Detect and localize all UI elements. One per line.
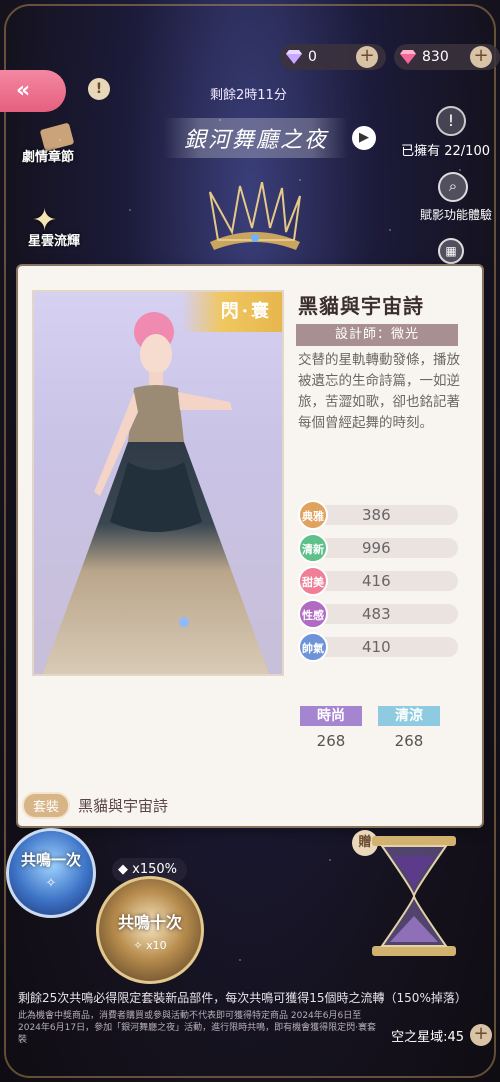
- suit-name: 黑貓與宇宙詩: [78, 797, 169, 815]
- star-domain-counter: 空之星域:45 +: [391, 1024, 492, 1046]
- stat-badge: 帥氣: [298, 632, 328, 662]
- star-domain-value: 空之星域:45: [391, 1029, 464, 1045]
- style-tag-fashion: 時尚 268: [300, 706, 362, 750]
- outfit-portrait: 閃·寰: [32, 290, 284, 676]
- stat-value: 996: [362, 539, 391, 557]
- add-star-domain-button[interactable]: +: [470, 1024, 492, 1046]
- owned-count: 已擁有 22/100: [401, 144, 490, 159]
- pink-diamond-icon: [400, 50, 416, 64]
- calendar-icon[interactable]: ▦: [438, 238, 464, 264]
- outfit-description: 交替的星軌轉動發條，播放被遺忘的生命詩篇，一如逆旅，苦澀如歌，卻也銘記著每個曾經…: [298, 352, 460, 431]
- feature-experience-label[interactable]: 賦影功能體驗: [420, 206, 492, 223]
- stat-list: 典雅 386 清新 996 甜美 416 性感 483 帥氣 410: [298, 500, 458, 669]
- cost-value: x10: [146, 939, 167, 952]
- pink-diamond-count: 830: [422, 49, 449, 65]
- style-tag-value: 268: [316, 732, 346, 750]
- style-tag-label: 清涼: [378, 706, 440, 726]
- style-tag-cool: 清涼 268: [378, 706, 440, 750]
- style-tag-value: 268: [394, 732, 424, 750]
- story-chapter-label: 劇情章節: [22, 150, 75, 165]
- stat-value: 410: [362, 638, 391, 656]
- info-button[interactable]: !: [88, 78, 110, 100]
- currency-purple: 0 +: [280, 44, 386, 70]
- stat-badge: 典雅: [298, 500, 328, 530]
- stat-value: 483: [362, 605, 391, 623]
- back-button[interactable]: «: [0, 70, 66, 112]
- model-illustration: [42, 312, 270, 674]
- resonate-ten-cost: ✧ x10: [133, 939, 167, 952]
- stat-row-fresh: 清新 996: [298, 533, 458, 563]
- add-purple-diamond-button[interactable]: +: [356, 46, 378, 68]
- purple-diamond-icon: [286, 50, 302, 64]
- crystal-icon: ✧: [45, 876, 57, 891]
- stat-row-sexy: 性感 483: [298, 599, 458, 629]
- crown-illustration: [209, 182, 301, 250]
- event-countdown: 剩餘2時11分: [210, 88, 287, 103]
- add-pink-diamond-button[interactable]: +: [470, 46, 492, 68]
- stat-row-elegant: 典雅 386: [298, 500, 458, 530]
- style-tags: 時尚 268 清涼 268: [300, 706, 440, 750]
- warning-icon[interactable]: !: [436, 106, 466, 136]
- stat-row-cool: 帥氣 410: [298, 632, 458, 662]
- outfit-card: 閃·寰 黑貓與宇宙詩 設計師：微光 交替的星軌轉動發條，播放被遺忘的生命詩篇，一…: [18, 266, 482, 826]
- style-tag-label: 時尚: [300, 706, 362, 726]
- stat-badge: 甜美: [298, 566, 328, 596]
- resonate-ten-label: 共鳴十次: [117, 913, 182, 932]
- stat-badge: 清新: [298, 533, 328, 563]
- resonance-notice: 剩餘25次共鳴必得限定套裝新品部件，每次共鳴可獲得15個時之流轉（150%掉落）: [18, 991, 467, 1005]
- boost-value: x150%: [132, 862, 177, 877]
- resonate-ten-button[interactable]: 共鳴十次 ✧ x10: [96, 876, 204, 984]
- stat-badge: 性感: [298, 599, 328, 629]
- hourglass-icon[interactable]: [362, 832, 466, 960]
- stat-value: 386: [362, 506, 391, 524]
- suit-row[interactable]: 套裝 黑貓與宇宙詩: [24, 794, 168, 817]
- book-icon: [39, 122, 75, 152]
- story-chapter-button[interactable]: 劇情章節: [22, 122, 75, 165]
- currency-bar: 0 + 830 +: [280, 44, 500, 70]
- currency-pink: 830 +: [394, 44, 500, 70]
- stat-row-sweet: 甜美 416: [298, 566, 458, 596]
- fine-print: 此為機會中獎商品，消費者購買或參與活動不代表即可獲得特定商品 2024年6月6日…: [18, 1011, 376, 1045]
- outfit-name: 黑貓與宇宙詩: [298, 294, 424, 318]
- boost-gem-icon: ◆: [118, 862, 128, 877]
- star-icon: ✦: [32, 203, 58, 238]
- suit-tag: 套裝: [24, 794, 69, 817]
- purple-diamond-count: 0: [308, 49, 317, 65]
- event-title-text: 銀河舞廳之夜: [163, 118, 348, 158]
- resonate-once-button[interactable]: 共鳴一次 ✧: [6, 828, 96, 918]
- resonate-once-label: 共鳴一次: [20, 851, 81, 869]
- stat-value: 416: [362, 572, 391, 590]
- designer-label: 設計師：微光: [296, 324, 458, 346]
- star-banner-button[interactable]: ✦ 星雲流輝: [28, 203, 80, 250]
- rarity-tag: 閃·寰: [182, 292, 282, 332]
- event-title[interactable]: 銀河舞廳之夜 ▶: [150, 116, 390, 160]
- search-icon[interactable]: ⌕: [438, 172, 468, 202]
- chevron-right-icon[interactable]: ▶: [352, 126, 376, 150]
